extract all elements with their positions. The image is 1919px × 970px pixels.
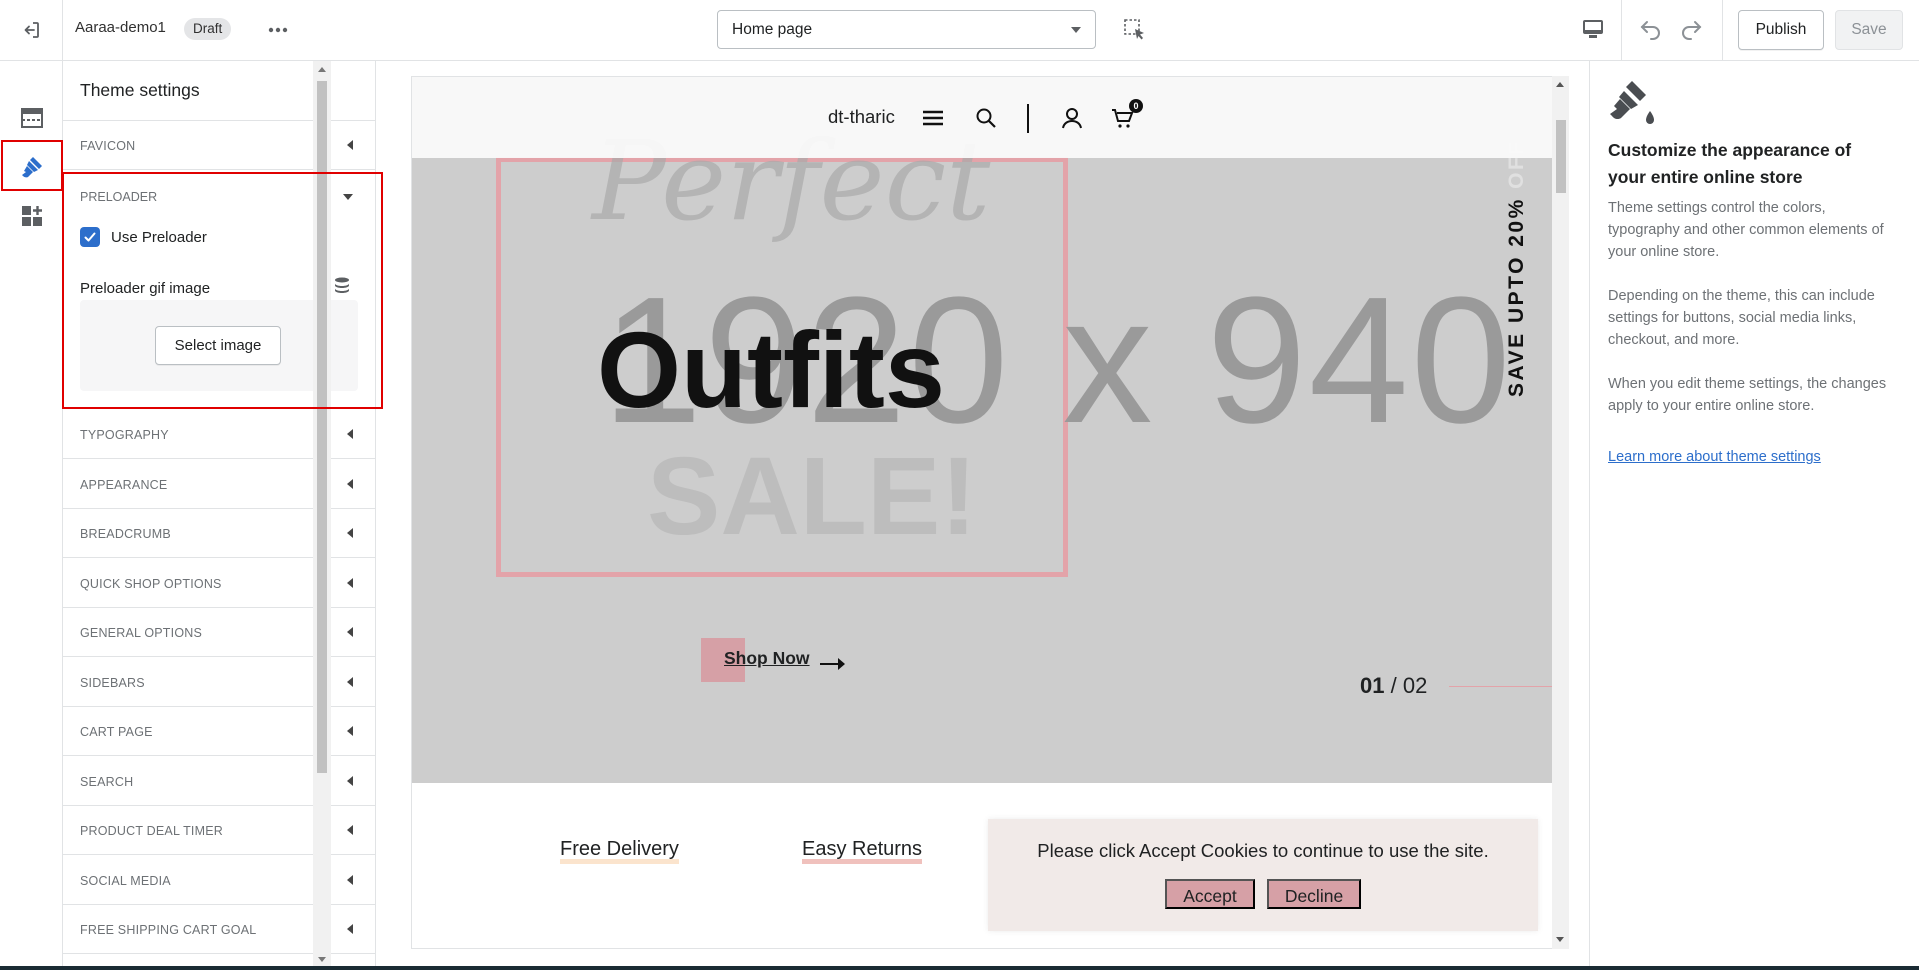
desktop-icon — [1580, 16, 1606, 42]
menu-icon[interactable] — [921, 106, 945, 130]
store-name: Aaraa-demo1 — [75, 19, 166, 36]
more-actions-button[interactable] — [266, 18, 290, 42]
scroll-down-arrow[interactable] — [1556, 937, 1564, 942]
chevron-left-icon — [347, 726, 353, 736]
vertical-promo-text: SAVE UPTO 20% OFF — [1505, 139, 1529, 397]
section-label: BREADCRUMB — [80, 527, 171, 541]
section-label: APPEARANCE — [80, 477, 168, 492]
sections-layout-icon — [20, 106, 44, 130]
more-horizontal-icon — [268, 27, 288, 33]
undo-icon — [1638, 16, 1664, 42]
cookie-banner: Please click Accept Cookies to continue … — [988, 819, 1538, 931]
status-badge: Draft — [184, 18, 232, 40]
search-icon[interactable] — [974, 106, 998, 130]
chevron-left-icon — [347, 676, 353, 687]
chevron-left-icon — [347, 577, 353, 588]
scroll-up-arrow[interactable] — [318, 67, 326, 72]
info-paragraph: Depending on the theme, this can include… — [1608, 288, 1875, 348]
left-rail — [0, 61, 63, 970]
chevron-left-icon — [347, 528, 353, 538]
section-label: PRODUCT DEAL TIMER — [80, 824, 223, 838]
exit-button[interactable] — [0, 0, 63, 60]
hero-heading: Outfits — [597, 309, 945, 430]
slide-current: 01 — [1360, 673, 1385, 698]
store-preview: Perfect 1920 x 940 SALE! Outfits Shop No… — [411, 76, 1553, 949]
chevron-left-icon — [347, 429, 353, 439]
scroll-up-arrow[interactable] — [1556, 82, 1564, 87]
preview-scrollbar[interactable] — [1552, 76, 1569, 949]
sidebar-title: Theme settings — [80, 80, 200, 100]
feature-free-delivery: Free Delivery — [560, 839, 679, 864]
highlight-box — [62, 172, 383, 409]
cookie-accept-button[interactable]: Accept — [1165, 879, 1255, 909]
chevron-left-icon — [347, 825, 353, 835]
header-divider — [1027, 104, 1029, 133]
taskbar-strip — [0, 966, 1919, 970]
section-label: GENERAL OPTIONS — [80, 626, 203, 640]
cart-count-badge: 0 — [1129, 99, 1143, 113]
section-label: SEARCH — [80, 774, 134, 789]
chevron-left-icon — [347, 478, 353, 489]
select-cursor-icon — [1122, 17, 1148, 43]
slide-progress-line — [1449, 686, 1552, 687]
undo-button[interactable] — [1638, 16, 1664, 42]
section-label: CART PAGE — [80, 725, 153, 739]
cookie-decline-button[interactable]: Decline — [1267, 879, 1361, 909]
theme-editor: Aaraa-demo1 Draft Home page Publish Save… — [0, 0, 1919, 970]
section-label: FREE SHIPPING CART GOAL — [80, 923, 257, 937]
divider — [1722, 0, 1723, 60]
chevron-left-icon — [347, 924, 353, 934]
paintbrush-icon — [1606, 77, 1660, 131]
page-selector-value: Home page — [732, 21, 813, 38]
account-icon[interactable] — [1060, 106, 1084, 130]
slide-counter: 01 / 02 — [1360, 673, 1427, 699]
hero-sale-text: SALE! — [637, 442, 987, 552]
rail-apps-button[interactable] — [17, 201, 47, 231]
divider — [1621, 0, 1622, 60]
store-brand[interactable]: dt-tharic — [828, 106, 895, 128]
chevron-left-icon — [347, 627, 353, 637]
section-label: QUICK SHOP OPTIONS — [80, 576, 222, 591]
hero-slideshow: Perfect 1920 x 940 SALE! Outfits Shop No… — [412, 77, 1552, 783]
scrollbar-thumb[interactable] — [1556, 120, 1566, 193]
redo-button[interactable] — [1678, 16, 1704, 42]
info-title: Customize the appearance of your entire … — [1608, 140, 1852, 187]
apps-icon — [20, 204, 44, 228]
chevron-down-icon — [1071, 27, 1081, 33]
info-paragraph: Theme settings control the colors, typog… — [1608, 200, 1884, 260]
chevron-left-icon — [347, 140, 353, 150]
device-preview-button[interactable] — [1580, 16, 1606, 42]
section-label: SIDEBARS — [80, 675, 145, 690]
learn-more-link[interactable]: Learn more about theme settings — [1608, 449, 1821, 465]
inspector-button[interactable] — [1122, 17, 1148, 43]
highlight-box — [1, 140, 63, 191]
feature-easy-returns: Easy Returns — [802, 839, 923, 864]
store-header: dt-tharic 0 — [412, 77, 1552, 158]
chevron-left-icon — [347, 874, 353, 885]
redo-icon — [1678, 16, 1704, 42]
cookie-message: Please click Accept Cookies to continue … — [1037, 840, 1489, 861]
page-selector[interactable]: Home page — [717, 10, 1096, 49]
rail-sections-button[interactable] — [17, 103, 47, 133]
section-label: FAVICON — [80, 139, 136, 153]
slide-total: / 02 — [1390, 673, 1428, 698]
section-label: TYPOGRAPHY — [80, 428, 169, 442]
shop-now-link[interactable]: Shop Now — [724, 648, 810, 669]
top-bar: Aaraa-demo1 Draft Home page Publish Save — [0, 0, 1919, 61]
scroll-down-arrow[interactable] — [318, 957, 326, 962]
chevron-left-icon — [347, 775, 353, 786]
save-button[interactable]: Save — [1835, 10, 1903, 50]
arrow-right-icon[interactable] — [819, 657, 847, 671]
info-paragraph: When you edit theme settings, the change… — [1608, 376, 1887, 414]
publish-button[interactable]: Publish — [1738, 10, 1824, 50]
section-label: SOCIAL MEDIA — [80, 873, 171, 888]
info-panel: Customize the appearance of your entire … — [1589, 61, 1919, 970]
promo-text: SAVE UPTO 20% — [1505, 197, 1528, 397]
exit-icon — [21, 20, 41, 40]
